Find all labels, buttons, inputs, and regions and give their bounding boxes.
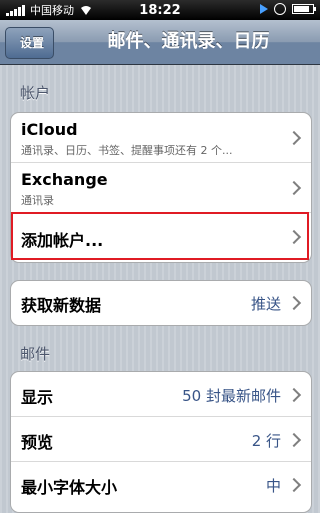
mail-row-label: 预览 (21, 433, 54, 452)
section-header-mail: 邮件 (20, 345, 51, 363)
fetch-group: 获取新数据 推送 (10, 280, 312, 326)
page-title: 邮件、通讯录、日历 (107, 31, 270, 52)
chevron-right-icon (286, 229, 302, 245)
accounts-group: iCloud 通讯录、日历、书签、提醒事项还有 2 个... Exchange … (10, 112, 312, 263)
status-bar: 中国移动 18:22 (0, 0, 320, 20)
mail-row-value: 2 行 (251, 432, 281, 450)
navigation-bar: 设置 邮件、通讯录、日历 (0, 20, 320, 65)
fetch-new-data-row[interactable]: 获取新数据 推送 (11, 281, 311, 325)
mail-row-min-font-size[interactable]: 最小字体大小 中 (11, 462, 311, 507)
account-row-icloud[interactable]: iCloud 通讯录、日历、书签、提醒事项还有 2 个... (11, 113, 311, 163)
chevron-right-icon (286, 477, 302, 493)
mail-group: 显示 50 封最新邮件 预览 2 行 最小字体大小 中 (10, 371, 312, 513)
mail-row-show[interactable]: 显示 50 封最新邮件 (11, 372, 311, 417)
chevron-right-icon (286, 432, 302, 448)
mail-row-value: 50 封最新邮件 (182, 387, 281, 405)
fetch-new-data-value: 推送 (250, 295, 281, 313)
mail-row-label: 最小字体大小 (21, 478, 118, 497)
account-subtitle: 通讯录 (21, 194, 54, 207)
chevron-right-icon (286, 180, 302, 196)
add-account-row[interactable]: 添加帐户... (11, 213, 311, 262)
section-header-accounts: 帐户 (20, 84, 51, 102)
fetch-new-data-label: 获取新数据 (21, 296, 102, 315)
mail-row-label: 显示 (21, 388, 54, 407)
orientation-lock-icon (274, 3, 286, 15)
back-button[interactable]: 设置 (5, 27, 55, 59)
account-row-exchange[interactable]: Exchange 通讯录 (11, 163, 311, 213)
mail-row-value: 中 (265, 477, 281, 495)
battery-icon (292, 4, 316, 14)
chevron-right-icon (286, 387, 302, 403)
account-subtitle: 通讯录、日历、书签、提醒事项还有 2 个... (21, 144, 233, 157)
account-title: iCloud (21, 120, 78, 139)
add-account-label: 添加帐户... (21, 231, 104, 250)
chevron-right-icon (286, 130, 302, 146)
account-title: Exchange (21, 170, 108, 189)
chevron-right-icon (286, 295, 302, 311)
play-icon (260, 4, 268, 14)
mail-row-preview[interactable]: 预览 2 行 (11, 417, 311, 462)
